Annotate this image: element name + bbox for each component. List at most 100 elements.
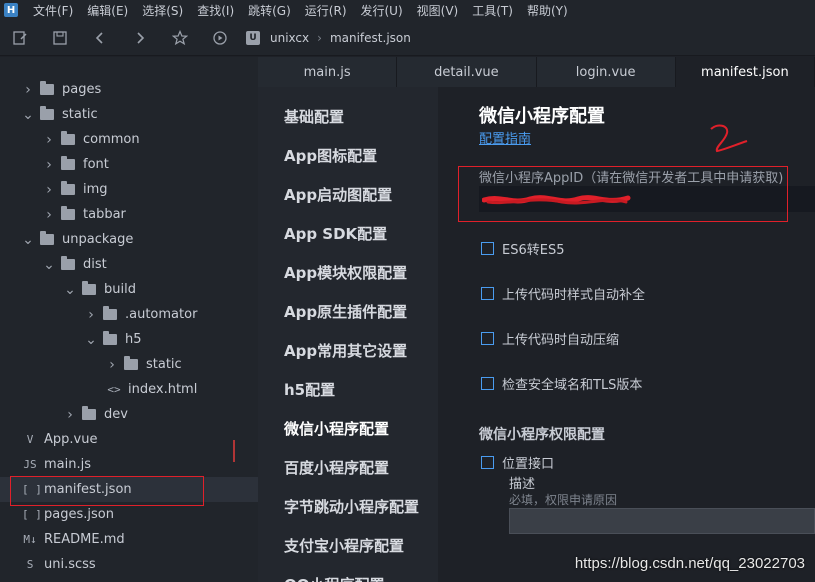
config-nav-item[interactable]: QQ小程序配置 (258, 565, 438, 582)
back-button[interactable] (80, 20, 120, 56)
config-nav-item[interactable]: 支付宝小程序配置 (258, 526, 438, 565)
tab-manifest-json[interactable]: manifest.json (675, 57, 815, 87)
watermark: https://blog.csdn.net/qq_23022703 (574, 555, 805, 572)
checkbox[interactable] (481, 377, 494, 390)
tab-detail-vue[interactable]: detail.vue (397, 57, 537, 87)
chevron-right-icon[interactable]: › (43, 182, 55, 198)
folder-icon (40, 81, 54, 95)
favorite-button[interactable] (160, 20, 200, 56)
tree-item[interactable]: › img (0, 177, 258, 202)
tree-item[interactable]: M↓ README.md (0, 527, 258, 552)
new-file-button[interactable] (0, 20, 40, 56)
tree-item[interactable]: Suni.scss (0, 552, 258, 577)
chevron-right-icon[interactable]: › (43, 157, 55, 173)
breadcrumb-file[interactable]: manifest.json (330, 31, 411, 45)
tree-item[interactable]: › font (0, 152, 258, 177)
description-label: 描述 (509, 477, 536, 492)
option-minify[interactable]: 上传代码时自动压缩 (481, 329, 619, 348)
menu-select[interactable]: 选择(S) (135, 2, 190, 19)
tree-item-label: .automator (125, 307, 198, 322)
tab-main-js[interactable]: main.js (258, 57, 398, 87)
chevron-down-icon[interactable]: ⌄ (22, 107, 34, 123)
menu-find[interactable]: 查找(I) (190, 2, 241, 19)
tree-item[interactable]: ⌄ dist (0, 252, 258, 277)
tree-item[interactable]: › .automator (0, 302, 258, 327)
chevron-down-icon[interactable]: ⌄ (85, 332, 97, 348)
menu-help[interactable]: 帮助(Y) (520, 2, 575, 19)
option-label: 检查安全域名和TLS版本 (502, 378, 643, 393)
star-icon (172, 29, 188, 45)
annotation-highlight-box (458, 166, 788, 222)
chevron-right-icon[interactable]: › (64, 407, 76, 423)
chevron-right-icon[interactable]: › (22, 82, 34, 98)
tree-item[interactable]: <> index.html (0, 377, 258, 402)
breadcrumb: U unixcx › manifest.json (246, 30, 411, 45)
tree-item[interactable]: › dev (0, 402, 258, 427)
page-title: 微信小程序配置 (479, 106, 605, 127)
tree-item-label: static (62, 107, 98, 122)
breadcrumb-project[interactable]: unixcx (270, 31, 309, 45)
config-nav-item[interactable]: App图标配置 (258, 136, 438, 175)
breadcrumb-separator-icon: › (317, 30, 322, 45)
menu-file[interactable]: 文件(F) (26, 2, 80, 19)
tree-item[interactable]: › common (0, 127, 258, 152)
checkbox[interactable] (481, 287, 494, 300)
option-es6-to-es5[interactable]: ES6转ES5 (481, 239, 564, 258)
folder-icon (61, 181, 75, 195)
tree-item[interactable]: JS main.js (0, 452, 258, 477)
option-label: 上传代码时样式自动补全 (502, 288, 646, 303)
folder-icon (40, 106, 54, 120)
chevron-right-icon[interactable]: › (43, 132, 55, 148)
checkbox[interactable] (481, 456, 494, 469)
checkbox[interactable] (481, 242, 494, 255)
config-nav-item[interactable]: App常用其它设置 (258, 331, 438, 370)
forward-button[interactable] (120, 20, 160, 56)
config-guide-link[interactable]: 配置指南 (479, 128, 531, 147)
save-button[interactable] (40, 20, 80, 56)
tree-item[interactable]: › static (0, 352, 258, 377)
config-nav-item[interactable]: 百度小程序配置 (258, 448, 438, 487)
tree-item[interactable]: › pages (0, 77, 258, 102)
menu-run[interactable]: 运行(R) (298, 2, 354, 19)
permission-section-title: 微信小程序权限配置 (479, 427, 605, 443)
menu-tools[interactable]: 工具(T) (465, 2, 520, 19)
tree-item-label: main.js (44, 457, 91, 472)
chevron-down-icon[interactable]: ⌄ (64, 282, 76, 298)
option-check-domain-tls[interactable]: 检查安全域名和TLS版本 (481, 374, 642, 393)
config-nav-item[interactable]: 微信小程序配置 (258, 409, 438, 448)
tree-item[interactable]: V App.vue (0, 427, 258, 452)
option-style-autoprefix[interactable]: 上传代码时样式自动补全 (481, 284, 645, 303)
config-nav-item[interactable]: App原生插件配置 (258, 292, 438, 331)
config-nav-item[interactable]: App模块权限配置 (258, 253, 438, 292)
run-button[interactable] (200, 20, 240, 56)
folder-icon (61, 131, 75, 145)
config-nav-item[interactable]: 基础配置 (258, 97, 438, 136)
chevron-down-icon[interactable]: ⌄ (22, 232, 34, 248)
menu-goto[interactable]: 跳转(G) (241, 2, 298, 19)
tree-item[interactable]: › tabbar (0, 202, 258, 227)
menu-edit[interactable]: 编辑(E) (80, 2, 135, 19)
folder-icon (82, 406, 96, 420)
play-circle-icon (213, 30, 227, 45)
hbuilder-logo-icon: H (4, 3, 18, 17)
config-nav-item[interactable]: 字节跳动小程序配置 (258, 487, 438, 526)
file-icon: [ ] (22, 508, 42, 521)
new-file-icon (13, 30, 27, 45)
config-nav-item[interactable]: App SDK配置 (258, 214, 438, 253)
checkbox[interactable] (481, 332, 494, 345)
config-nav-item[interactable]: App启动图配置 (258, 175, 438, 214)
chevron-down-icon[interactable]: ⌄ (43, 257, 55, 273)
menu-publish[interactable]: 发行(U) (354, 2, 410, 19)
permission-location[interactable]: 位置接口 (481, 453, 554, 472)
tree-item[interactable]: ⌄ static (0, 102, 258, 127)
tab-login-vue[interactable]: login.vue (536, 57, 676, 87)
chevron-right-icon[interactable]: › (85, 307, 97, 323)
tree-item[interactable]: ⌄ unpackage (0, 227, 258, 252)
tree-item[interactable]: ⌄ h5 (0, 327, 258, 352)
description-input[interactable] (509, 508, 815, 534)
menu-view[interactable]: 视图(V) (410, 2, 466, 19)
config-nav-item[interactable]: h5配置 (258, 370, 438, 409)
chevron-right-icon[interactable]: › (106, 357, 118, 373)
chevron-right-icon[interactable]: › (43, 207, 55, 223)
tree-item[interactable]: ⌄ build (0, 277, 258, 302)
